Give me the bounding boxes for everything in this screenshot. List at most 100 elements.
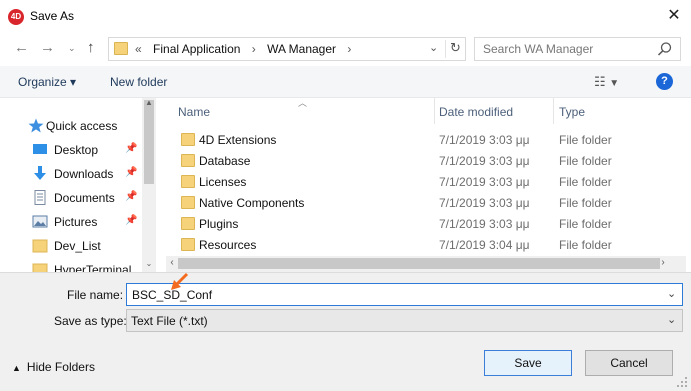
folder-icon — [181, 154, 195, 167]
details-view-icon: ☷ — [594, 74, 606, 89]
save-as-type-label: Save as type: — [54, 314, 127, 328]
file-date: 7/1/2019 3:03 μμ — [439, 175, 530, 189]
table-row[interactable]: Licenses 7/1/2019 3:03 μμ File folder — [166, 171, 686, 192]
sidebar-item-quick-access[interactable]: Quick access — [20, 115, 138, 137]
title-bar: 4D Save As ✕ — [0, 0, 691, 32]
chevron-up-icon: ▲ — [12, 363, 21, 373]
sidebar-item-label: Dev_List — [54, 239, 101, 253]
file-name: 4D Extensions — [199, 133, 277, 147]
scroll-down-icon[interactable]: ⌄ — [142, 259, 156, 271]
pin-icon: 📌 — [125, 215, 138, 226]
file-name-field[interactable]: BSC_SD_Conf ⌄ — [126, 283, 683, 306]
chevron-down-icon[interactable]: ⌄ — [667, 287, 676, 300]
file-type: File folder — [559, 133, 612, 147]
file-name: Plugins — [199, 217, 239, 231]
sidebar-item-label: Pictures — [54, 215, 98, 229]
scroll-left-icon[interactable]: ‹ — [166, 257, 178, 268]
scroll-up-icon[interactable]: ▲ — [142, 98, 156, 110]
new-folder-button[interactable]: New folder — [110, 75, 167, 89]
pin-icon: 📌 — [125, 143, 138, 154]
file-type: File folder — [559, 217, 612, 231]
pictures-icon — [32, 215, 48, 228]
up-arrow-icon[interactable]: ↑ — [87, 39, 95, 56]
column-header-type[interactable]: Type — [559, 105, 585, 119]
refresh-button[interactable]: ↻ — [445, 40, 465, 58]
folder-icon — [114, 42, 128, 55]
folder-icon — [181, 133, 195, 146]
sidebar-item-label: HyperTerminal — [54, 263, 132, 272]
sidebar-item-pictures[interactable]: Pictures 📌 — [24, 211, 142, 233]
file-name: Database — [199, 154, 251, 168]
file-date: 7/1/2019 3:04 μμ — [439, 238, 530, 252]
horizontal-scrollbar-thumb[interactable] — [178, 258, 660, 269]
file-name-label: File name: — [67, 288, 124, 302]
search-icon[interactable] — [656, 41, 674, 57]
breadcrumb-separator[interactable]: › — [347, 42, 351, 56]
address-bar[interactable]: « Final Application › WA Manager › ⌄ ↻ — [108, 37, 466, 61]
sidebar-item-documents[interactable]: Documents 📌 — [24, 187, 142, 209]
chevron-down-icon[interactable]: ⌄ — [667, 313, 676, 326]
breadcrumb-item[interactable]: WA Manager — [267, 42, 336, 56]
folder-icon — [181, 175, 195, 188]
hide-folders-label: Hide Folders — [26, 360, 95, 374]
column-divider[interactable] — [434, 98, 435, 124]
sidebar-item-label: Quick access — [46, 119, 118, 133]
sidebar-item-label: Desktop — [54, 143, 99, 157]
documents-icon — [34, 190, 46, 205]
sidebar-item-hyperterminal[interactable]: HyperTerminal — [24, 259, 142, 272]
forward-arrow-icon[interactable]: → — [40, 39, 55, 56]
annotation-arrow-icon — [171, 272, 189, 290]
file-type: File folder — [559, 154, 612, 168]
cancel-button[interactable]: Cancel — [585, 350, 673, 376]
pin-icon: 📌 — [125, 167, 138, 178]
pin-icon: 📌 — [125, 191, 138, 202]
window-title: Save As — [30, 9, 75, 23]
app-logo-icon: 4D — [8, 9, 24, 25]
organize-menu-button[interactable]: Organize ▾ — [18, 75, 76, 89]
file-type: File folder — [559, 175, 612, 189]
table-row[interactable]: 4D Extensions 7/1/2019 3:03 μμ File fold… — [166, 129, 686, 150]
scroll-right-icon[interactable]: › — [657, 257, 669, 268]
file-date: 7/1/2019 3:03 μμ — [439, 154, 530, 168]
hide-folders-toggle[interactable]: ▲ Hide Folders — [12, 360, 95, 374]
close-icon: ✕ — [667, 7, 681, 24]
breadcrumb-overflow[interactable]: « — [135, 42, 142, 56]
column-header-date-modified[interactable]: Date modified — [439, 105, 513, 119]
resize-grip-icon[interactable] — [676, 376, 688, 388]
view-options-button[interactable]: ☷ ▼ — [594, 74, 619, 90]
breadcrumb-separator[interactable]: › — [252, 42, 256, 56]
save-button[interactable]: Save — [484, 350, 572, 376]
download-icon — [34, 166, 46, 180]
file-name: Licenses — [199, 175, 247, 189]
table-row[interactable]: Resources 7/1/2019 3:04 μμ File folder — [166, 234, 686, 255]
sidebar-scrollbar-thumb[interactable] — [144, 100, 154, 184]
file-date: 7/1/2019 3:03 μμ — [439, 196, 530, 210]
folder-icon — [181, 217, 195, 230]
sidebar-item-dev-list[interactable]: Dev_List — [24, 235, 142, 257]
folder-icon — [181, 196, 195, 209]
folder-icon — [32, 263, 48, 272]
table-row[interactable]: Native Components 7/1/2019 3:03 μμ File … — [166, 192, 686, 213]
column-divider[interactable] — [553, 98, 554, 124]
file-type: File folder — [559, 196, 612, 210]
command-bar: Organize ▾ New folder ☷ ▼ ? — [0, 66, 691, 98]
table-row[interactable]: Database 7/1/2019 3:03 μμ File folder — [166, 150, 686, 171]
table-row[interactable]: Plugins 7/1/2019 3:03 μμ File folder — [166, 213, 686, 234]
file-list: ︿ Name Date modified Type 4D Extensions … — [166, 98, 686, 258]
search-box — [474, 37, 681, 61]
sort-ascending-icon: ︿ — [298, 98, 308, 108]
breadcrumb-item[interactable]: Final Application — [153, 42, 240, 56]
sidebar-item-desktop[interactable]: Desktop 📌 — [24, 139, 142, 161]
close-button[interactable]: ✕ — [660, 4, 688, 28]
help-icon: ? — [661, 75, 668, 87]
save-as-type-select[interactable]: Text File (*.txt) ⌄ — [126, 309, 683, 332]
column-header-name[interactable]: Name — [178, 105, 210, 119]
help-button[interactable]: ? — [656, 73, 673, 90]
navigation-pane: Quick access Desktop 📌 Downloads 📌 Docum… — [0, 98, 156, 272]
search-input[interactable] — [475, 38, 655, 60]
star-icon — [28, 118, 44, 133]
recent-locations-chevron-icon[interactable]: ⌄ — [68, 43, 76, 54]
back-arrow-icon[interactable]: ← — [14, 39, 29, 56]
address-dropdown-chevron-icon[interactable]: ⌄ — [429, 41, 438, 54]
sidebar-item-downloads[interactable]: Downloads 📌 — [24, 163, 142, 185]
